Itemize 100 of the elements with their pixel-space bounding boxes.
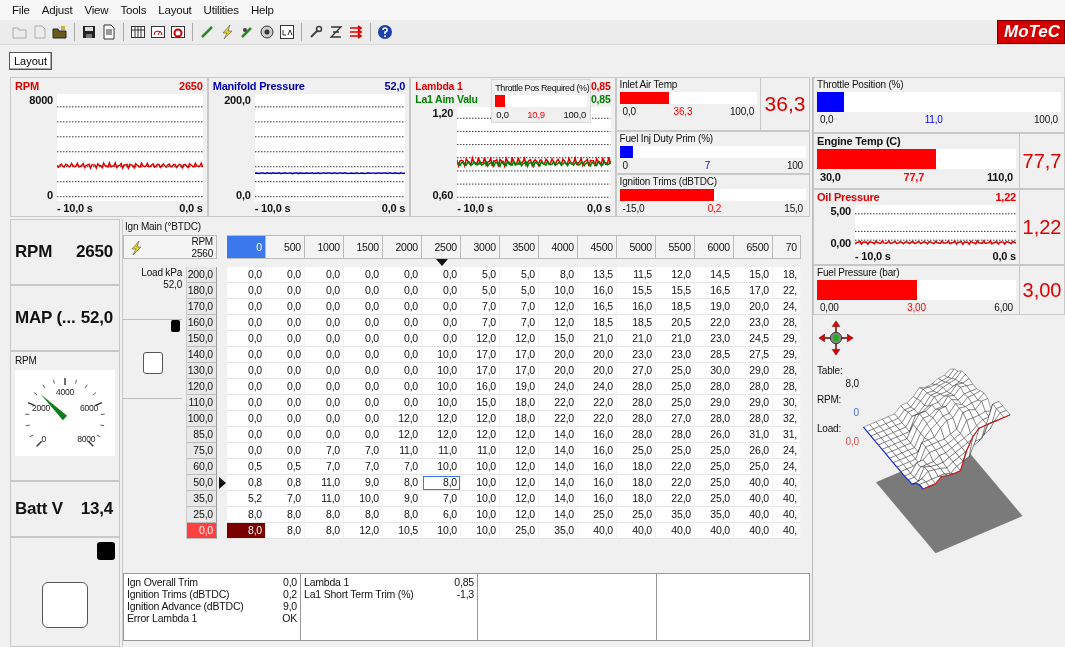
menu-item[interactable]: Layout — [158, 4, 192, 16]
table-cell[interactable]: 0,0 — [305, 427, 344, 443]
square-button[interactable] — [142, 352, 163, 374]
table-cell[interactable]: 5,0 — [500, 283, 539, 299]
table-cell[interactable]: 25,0 — [695, 459, 734, 475]
row-header[interactable]: 200,0 — [187, 267, 217, 283]
table-cell[interactable]: 24,5 — [734, 331, 773, 347]
table-cell[interactable]: 24, — [773, 299, 801, 315]
table-cell[interactable]: 32, — [773, 411, 801, 427]
table-cell[interactable]: 0,0 — [344, 283, 383, 299]
table-cell[interactable]: 0,0 — [305, 363, 344, 379]
column-header[interactable]: 0 — [227, 235, 266, 259]
table-cell[interactable]: 10,0 — [422, 363, 461, 379]
table-cell[interactable]: 8,0 — [383, 507, 422, 523]
table-cell[interactable]: 10,0 — [422, 379, 461, 395]
table-cell[interactable]: 8,0 — [383, 475, 422, 491]
table-cell[interactable]: 24,0 — [578, 379, 617, 395]
table-cell[interactable]: 0,5 — [266, 459, 305, 475]
column-header[interactable]: 1000 — [305, 235, 344, 259]
table-cell[interactable]: 17,0 — [500, 347, 539, 363]
table-cell[interactable]: 30, — [773, 395, 801, 411]
table-cell[interactable]: 0,0 — [344, 299, 383, 315]
table-icon[interactable] — [130, 24, 146, 40]
table-cell[interactable]: 15,5 — [617, 283, 656, 299]
table-cell[interactable]: 28, — [773, 315, 801, 331]
table-cell[interactable]: 0,0 — [227, 283, 266, 299]
table-cell[interactable]: 6,0 — [422, 507, 461, 523]
table-cell[interactable]: 16,5 — [695, 283, 734, 299]
table-cell[interactable]: 23,0 — [656, 347, 695, 363]
table-cell[interactable]: 0,8 — [266, 475, 305, 491]
table-cell[interactable]: 0,0 — [227, 395, 266, 411]
table-cell[interactable]: 0,0 — [305, 411, 344, 427]
table-cell[interactable]: 25,0 — [656, 363, 695, 379]
row-header[interactable]: 160,0 — [187, 315, 217, 331]
table-cell[interactable]: 40, — [773, 507, 801, 523]
row-header[interactable]: 130,0 — [187, 363, 217, 379]
table-cell[interactable]: 8,0 — [266, 523, 305, 539]
table-cell[interactable]: 12,0 — [461, 427, 500, 443]
table-cell[interactable]: 5,0 — [461, 267, 500, 283]
table-cell[interactable]: 0,0 — [227, 331, 266, 347]
table-cell[interactable]: 28,0 — [617, 427, 656, 443]
table-cell[interactable]: 16,0 — [578, 475, 617, 491]
table-cell[interactable]: 25,0 — [656, 395, 695, 411]
table-cell[interactable]: 0,0 — [266, 379, 305, 395]
table-cell[interactable]: 21,0 — [656, 331, 695, 347]
table-cell[interactable]: 14,0 — [539, 443, 578, 459]
table-cell[interactable]: 12,0 — [500, 459, 539, 475]
move-arrows-icon[interactable] — [817, 319, 855, 357]
table-cell[interactable]: 20,0 — [578, 347, 617, 363]
table-cell[interactable]: 40,0 — [617, 523, 656, 539]
table-cell[interactable]: 22,0 — [539, 395, 578, 411]
table-cell[interactable]: 28,0 — [617, 395, 656, 411]
row-header[interactable]: 180,0 — [187, 283, 217, 299]
table-cell[interactable]: 28,0 — [617, 411, 656, 427]
table-cell[interactable]: 0,0 — [266, 427, 305, 443]
table-cell[interactable]: 40,0 — [695, 523, 734, 539]
table-cell[interactable]: 35,0 — [695, 507, 734, 523]
table-cell[interactable]: 31, — [773, 427, 801, 443]
table-cell[interactable]: 0,0 — [266, 395, 305, 411]
table-cell[interactable]: 0,0 — [422, 283, 461, 299]
table-cell[interactable]: 24,0 — [539, 379, 578, 395]
table-cell[interactable]: 0,0 — [305, 395, 344, 411]
table-cell[interactable]: 20,0 — [539, 363, 578, 379]
table-cell[interactable]: 22,0 — [539, 411, 578, 427]
table-cell[interactable]: 10,0 — [344, 491, 383, 507]
table-cell[interactable]: 8,0 — [539, 267, 578, 283]
table-cell[interactable]: 0,0 — [227, 427, 266, 443]
table-cell[interactable]: 17,0 — [461, 347, 500, 363]
table-cell[interactable]: 0,0 — [383, 315, 422, 331]
menu-item[interactable]: File — [12, 4, 30, 16]
table-cell[interactable]: 22,0 — [578, 395, 617, 411]
table-cell[interactable]: 18,0 — [617, 475, 656, 491]
table-cell[interactable]: 40,0 — [656, 523, 695, 539]
table-cell[interactable]: 13,5 — [578, 267, 617, 283]
table-cell[interactable]: 0,0 — [227, 315, 266, 331]
table-cell[interactable]: 27,5 — [734, 347, 773, 363]
table-cell[interactable]: 0,0 — [227, 347, 266, 363]
table-cell[interactable]: 10,0 — [461, 475, 500, 491]
table-cell[interactable]: 28, — [773, 363, 801, 379]
table-cell[interactable]: 0,0 — [305, 331, 344, 347]
table-cell[interactable]: 18,0 — [617, 491, 656, 507]
table-cell[interactable]: 0,0 — [305, 379, 344, 395]
table-cell[interactable]: 7,0 — [461, 315, 500, 331]
table-cell[interactable]: 28,0 — [734, 379, 773, 395]
table-cell[interactable]: 29, — [773, 331, 801, 347]
column-header[interactable]: 500 — [266, 235, 305, 259]
table-cell[interactable]: 25,0 — [578, 507, 617, 523]
column-header[interactable]: 2500 — [422, 235, 461, 259]
table-cell[interactable]: 10,0 — [461, 507, 500, 523]
table-cell[interactable]: 7,0 — [461, 299, 500, 315]
column-header[interactable]: 6000 — [695, 235, 734, 259]
table-cell[interactable]: 0,0 — [383, 395, 422, 411]
table-cell[interactable]: 29,0 — [695, 395, 734, 411]
table-cell[interactable]: 7,0 — [500, 299, 539, 315]
row-header[interactable]: 60,0 — [187, 459, 217, 475]
table-cell[interactable]: 12,0 — [344, 523, 383, 539]
table-cell[interactable]: 0,0 — [383, 283, 422, 299]
table-cell[interactable]: 22,0 — [656, 491, 695, 507]
table-cell[interactable]: 0,0 — [227, 363, 266, 379]
table-cell[interactable]: 11,0 — [383, 443, 422, 459]
